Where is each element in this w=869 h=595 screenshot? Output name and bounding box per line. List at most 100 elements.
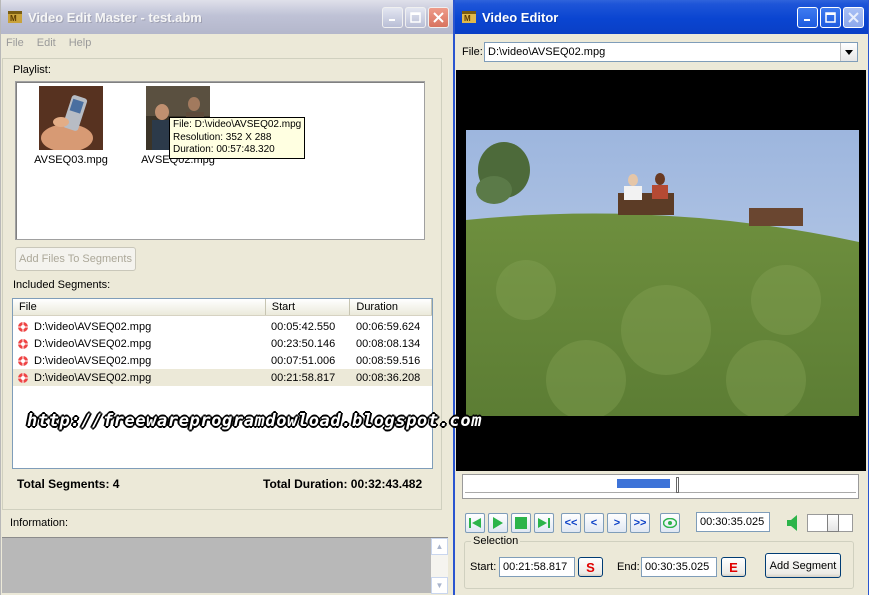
video-file-icon: [18, 355, 28, 366]
column-start[interactable]: Start: [266, 299, 351, 315]
playlist-item-label: AVSEQ03.mpg: [34, 154, 108, 166]
video-edit-master-window: M Video Edit Master - test.abm File Edit…: [0, 0, 453, 595]
right-window-title: Video Editor: [482, 9, 559, 25]
step-back-button[interactable]: <: [584, 513, 604, 533]
file-select-value: D:\video\AVSEQ02.mpg: [488, 46, 606, 58]
minimize-icon: [804, 18, 810, 21]
left-title-bar[interactable]: M Video Edit Master - test.abm: [1, 0, 453, 34]
app-icon: M: [462, 11, 476, 23]
segment-duration: 00:08:08.134: [356, 337, 421, 350]
segments-list[interactable]: File Start Duration D:\video\AVSEQ02.mpg…: [12, 298, 433, 469]
app-icon: M: [8, 11, 22, 23]
step-forward-label: >: [613, 517, 621, 529]
step-forward-button[interactable]: >: [607, 513, 627, 533]
file-select[interactable]: D:\video\AVSEQ02.mpg: [484, 42, 858, 62]
preview-button[interactable]: [660, 513, 680, 533]
maximize-button[interactable]: [820, 6, 841, 28]
go-start-button[interactable]: [465, 513, 485, 533]
play-icon: [493, 517, 503, 529]
phone-thumbnail: [39, 86, 103, 150]
rewind-fast-button[interactable]: <<: [561, 513, 581, 533]
minimize-icon: [389, 18, 395, 21]
segment-start: 00:05:42.550: [271, 320, 336, 333]
segment-duration: 00:06:59.624: [356, 320, 421, 333]
total-segments: Total Segments: 4: [17, 477, 120, 491]
table-row[interactable]: D:\video\AVSEQ02.mpg 00:07:51.006 00:08:…: [13, 352, 432, 369]
set-start-button[interactable]: S: [578, 557, 603, 577]
seek-bar[interactable]: [462, 474, 859, 499]
dropdown-button[interactable]: [840, 43, 857, 61]
chevron-down-icon: ▼: [435, 581, 444, 590]
video-editor-window: M Video Editor File: D:\video\AVSEQ02.mp…: [453, 0, 869, 595]
scroll-down-button[interactable]: ▼: [431, 577, 448, 594]
menu-bar: File Edit Help: [1, 34, 453, 52]
skip-forward-icon: [538, 518, 550, 528]
forward-fast-button[interactable]: >>: [630, 513, 650, 533]
video-file-icon: [18, 372, 28, 383]
playlist-item[interactable]: AVSEQ03.mpg: [21, 86, 121, 166]
close-button[interactable]: [428, 6, 449, 28]
set-end-button[interactable]: E: [721, 557, 746, 577]
tooltip-duration: Duration: 00:57:48.320: [173, 144, 275, 155]
scroll-up-button[interactable]: ▲: [431, 538, 448, 555]
video-file-icon: [18, 321, 28, 332]
segments-header: File Start Duration: [13, 299, 432, 316]
rewind-fast-label: <<: [564, 517, 578, 529]
column-duration[interactable]: Duration: [350, 299, 432, 315]
segment-start: 00:07:51.006: [271, 354, 336, 367]
file-label: File:: [462, 46, 483, 58]
video-frame: [466, 130, 859, 416]
playlist-view[interactable]: AVSEQ03.mpg AVSEQ02.mpg: [15, 81, 425, 240]
table-row-selected[interactable]: D:\video\AVSEQ02.mpg 00:21:58.817 00:08:…: [13, 369, 432, 386]
menu-file[interactable]: File: [6, 37, 24, 49]
segment-file: D:\video\AVSEQ02.mpg: [34, 354, 152, 367]
left-window-title: Video Edit Master - test.abm: [28, 9, 202, 25]
maximize-icon: [825, 11, 836, 23]
seek-handle[interactable]: [676, 477, 679, 493]
seek-selection: [617, 479, 670, 488]
video-file-icon: [18, 338, 28, 349]
table-row[interactable]: D:\video\AVSEQ02.mpg 00:23:50.146 00:08:…: [13, 335, 432, 352]
minimize-button[interactable]: [797, 6, 818, 28]
information-box[interactable]: ▲ ▼: [2, 537, 448, 594]
stop-icon: [515, 517, 527, 529]
svg-text:M: M: [464, 14, 471, 23]
right-title-bar[interactable]: M Video Editor: [455, 0, 868, 34]
menu-help[interactable]: Help: [69, 37, 92, 49]
segment-start: 00:23:50.146: [271, 337, 336, 350]
chevron-up-icon: ▲: [435, 542, 444, 551]
tooltip-file: File: D:\video\AVSEQ02.mpg: [173, 119, 302, 130]
information-label: Information:: [10, 517, 69, 529]
add-segment-button[interactable]: Add Segment: [765, 553, 841, 578]
add-files-to-segments-button[interactable]: Add Files To Segments: [15, 247, 136, 271]
svg-text:M: M: [10, 14, 17, 23]
end-label: End:: [617, 561, 640, 573]
playlist-label: Playlist:: [13, 64, 51, 76]
speaker-icon[interactable]: [787, 515, 799, 531]
volume-slider[interactable]: [807, 514, 853, 532]
segment-file: D:\video\AVSEQ02.mpg: [34, 320, 152, 333]
info-scrollbar[interactable]: ▲ ▼: [431, 538, 448, 594]
total-duration: Total Duration: 00:32:43.482: [263, 477, 423, 491]
menu-edit[interactable]: Edit: [37, 37, 56, 49]
play-button[interactable]: [488, 513, 508, 533]
go-end-button[interactable]: [534, 513, 554, 533]
selection-end-field[interactable]: 00:30:35.025: [641, 557, 717, 577]
column-file[interactable]: File: [13, 299, 266, 315]
selection-start-field[interactable]: 00:21:58.817: [499, 557, 575, 577]
tooltip-resolution: Resolution: 352 X 288: [173, 131, 272, 143]
video-preview[interactable]: [456, 70, 866, 471]
file-info-tooltip: File: D:\video\AVSEQ02.mpg Resolution: 3…: [169, 117, 306, 159]
segment-start: 00:21:58.817: [271, 371, 336, 384]
close-button[interactable]: [843, 6, 864, 28]
maximize-icon: [410, 11, 421, 23]
seek-track: [465, 492, 856, 493]
eye-icon: [663, 518, 677, 528]
table-row[interactable]: D:\video\AVSEQ02.mpg 00:05:42.550 00:06:…: [13, 318, 432, 335]
chevron-down-icon: [845, 49, 853, 55]
maximize-button[interactable]: [405, 6, 426, 28]
start-label: Start:: [470, 561, 497, 573]
volume-thumb[interactable]: [827, 514, 839, 532]
stop-button[interactable]: [511, 513, 531, 533]
minimize-button[interactable]: [382, 6, 403, 28]
